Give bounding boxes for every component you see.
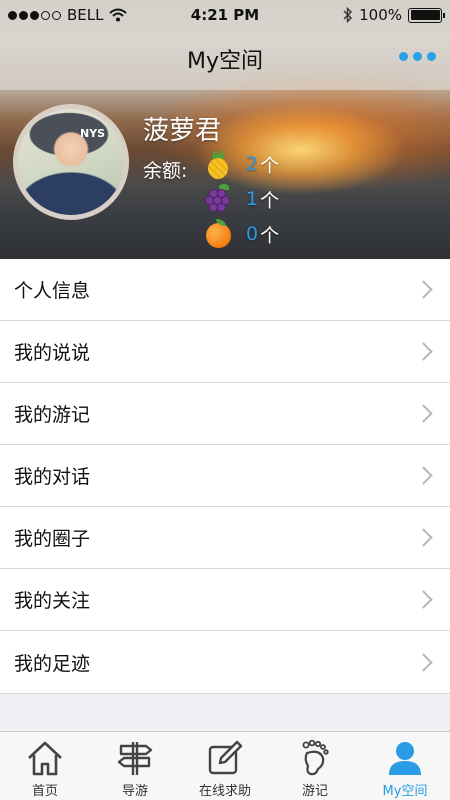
more-dots-icon[interactable] bbox=[399, 52, 436, 61]
menu-item-my-posts[interactable]: 我的说说 bbox=[0, 321, 450, 383]
avatar[interactable]: NYS bbox=[13, 104, 129, 220]
balance-label: 余额: bbox=[143, 160, 188, 182]
battery-icon bbox=[408, 7, 445, 23]
grapes-icon bbox=[204, 184, 232, 214]
balance-count: 2 bbox=[246, 153, 259, 175]
chevron-right-icon bbox=[414, 342, 433, 361]
menu-item-my-footprints[interactable]: 我的足迹 bbox=[0, 631, 450, 693]
chevron-right-icon bbox=[414, 404, 433, 423]
balance-count: 1 bbox=[246, 188, 259, 210]
menu-item-personal-info[interactable]: 个人信息 bbox=[0, 259, 450, 321]
chevron-right-icon bbox=[414, 528, 433, 547]
battery-percent: 100% bbox=[359, 6, 402, 24]
tab-guide[interactable]: 导游 bbox=[90, 732, 180, 800]
bluetooth-icon bbox=[343, 7, 353, 23]
tab-label: 首页 bbox=[31, 784, 58, 799]
edit-icon bbox=[208, 740, 243, 775]
balance-unit: 个 bbox=[260, 154, 280, 177]
menu-item-label: 我的关注 bbox=[14, 590, 91, 612]
status-bar: BELL 4:21 PM 100% bbox=[0, 0, 450, 30]
menu-item-label: 我的圈子 bbox=[14, 528, 91, 550]
menu-item-label: 我的足迹 bbox=[14, 652, 91, 675]
menu-item-label: 我的游记 bbox=[14, 404, 91, 426]
menu-item-label: 我的说说 bbox=[14, 342, 91, 364]
pineapple-icon bbox=[204, 149, 232, 179]
signal-icon bbox=[8, 10, 61, 20]
menu-item-label: 我的对话 bbox=[14, 466, 91, 488]
footprint-icon bbox=[302, 739, 329, 776]
user-icon bbox=[389, 742, 421, 775]
menu-item-my-follows[interactable]: 我的关注 bbox=[0, 569, 450, 631]
orange-icon bbox=[204, 219, 232, 249]
navigation-bar: My空间 bbox=[0, 30, 450, 88]
tab-home[interactable]: 首页 bbox=[0, 732, 90, 800]
username: 菠萝君 bbox=[143, 116, 222, 146]
tab-label: My空间 bbox=[382, 784, 428, 799]
balance-unit: 个 bbox=[260, 224, 280, 247]
balance-row-grapes: 1 个 bbox=[204, 182, 279, 216]
signpost-icon bbox=[117, 742, 153, 775]
menu-item-label: 个人信息 bbox=[14, 280, 91, 302]
wifi-icon bbox=[109, 8, 128, 22]
home-icon bbox=[28, 741, 62, 776]
profile-header: NYS 菠萝君 余额: 2 个 1 个 0 个 bbox=[0, 90, 450, 259]
chevron-right-icon bbox=[414, 280, 433, 299]
balance-unit: 个 bbox=[260, 189, 280, 212]
tab-label: 游记 bbox=[301, 784, 328, 799]
chevron-right-icon bbox=[414, 466, 433, 485]
menu-item-my-circles[interactable]: 我的圈子 bbox=[0, 507, 450, 569]
tab-label: 导游 bbox=[121, 784, 148, 799]
carrier-name: BELL bbox=[67, 6, 104, 24]
balance-row-pineapple: 2 个 bbox=[204, 147, 279, 181]
menu-list: 个人信息 我的说说 我的游记 我的对话 我的圈子 我的关注 我的足迹 bbox=[0, 259, 450, 694]
tab-travelogue[interactable]: 游记 bbox=[270, 732, 360, 800]
tab-bar: 首页 导游 在线求助 游记 My空间 bbox=[0, 731, 450, 800]
balance-count: 0 bbox=[246, 223, 259, 245]
page-title: My空间 bbox=[186, 49, 263, 74]
menu-item-my-conversations[interactable]: 我的对话 bbox=[0, 445, 450, 507]
menu-item-my-travelogues[interactable]: 我的游记 bbox=[0, 383, 450, 445]
chevron-right-icon bbox=[414, 590, 433, 609]
avatar-cap-text: NYS bbox=[80, 127, 106, 140]
tab-online-help[interactable]: 在线求助 bbox=[180, 732, 270, 800]
tab-label: 在线求助 bbox=[198, 784, 251, 799]
chevron-right-icon bbox=[414, 652, 433, 672]
balance-row-orange: 0 个 bbox=[204, 217, 279, 251]
tab-my-space[interactable]: My空间 bbox=[360, 732, 450, 800]
